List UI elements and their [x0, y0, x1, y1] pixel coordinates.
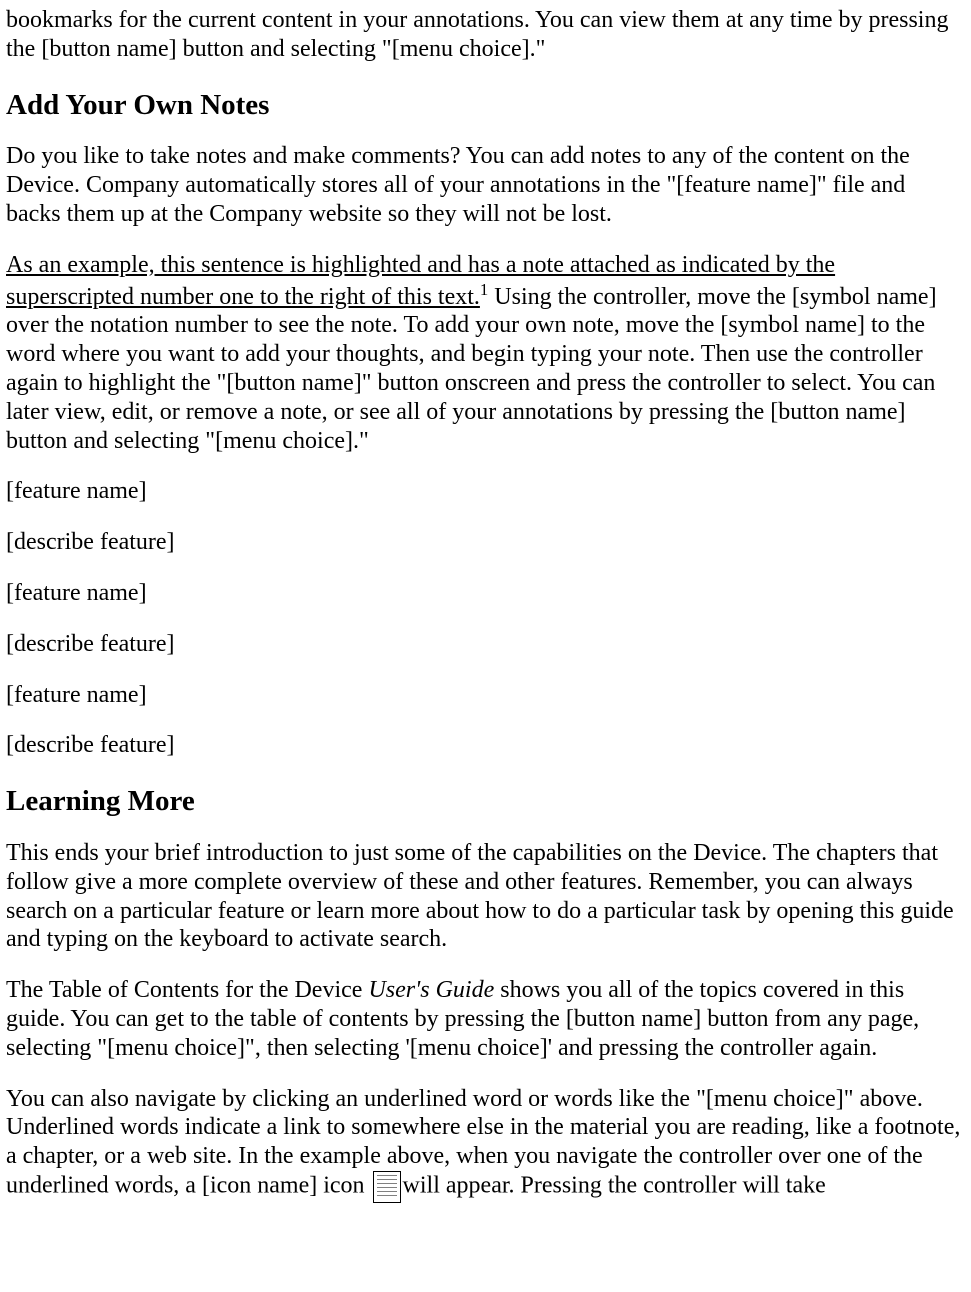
placeholder-line: [feature name] — [6, 579, 965, 608]
heading-learning-more: Learning More — [6, 784, 965, 819]
placeholder-line: [describe feature] — [6, 731, 965, 760]
learning-p3-part-b: will appear. Pressing the controller wil… — [403, 1172, 826, 1198]
add-notes-paragraph-2: As an example, this sentence is highligh… — [6, 251, 965, 456]
intro-paragraph: bookmarks for the current content in you… — [6, 6, 965, 64]
placeholder-line: [feature name] — [6, 477, 965, 506]
page-icon — [373, 1171, 401, 1203]
placeholder-line: [describe feature] — [6, 528, 965, 557]
users-guide-title: User's Guide — [368, 977, 494, 1003]
learning-paragraph-1: This ends your brief introduction to jus… — [6, 839, 965, 954]
add-notes-paragraph-1: Do you like to take notes and make comme… — [6, 142, 965, 228]
learning-paragraph-2: The Table of Contents for the Device Use… — [6, 976, 965, 1062]
learning-p2-part-a: The Table of Contents for the Device — [6, 977, 368, 1003]
learning-paragraph-3: You can also navigate by clicking an und… — [6, 1085, 965, 1203]
placeholder-line: [feature name] — [6, 681, 965, 710]
heading-add-notes: Add Your Own Notes — [6, 88, 965, 123]
placeholder-line: [describe feature] — [6, 630, 965, 659]
